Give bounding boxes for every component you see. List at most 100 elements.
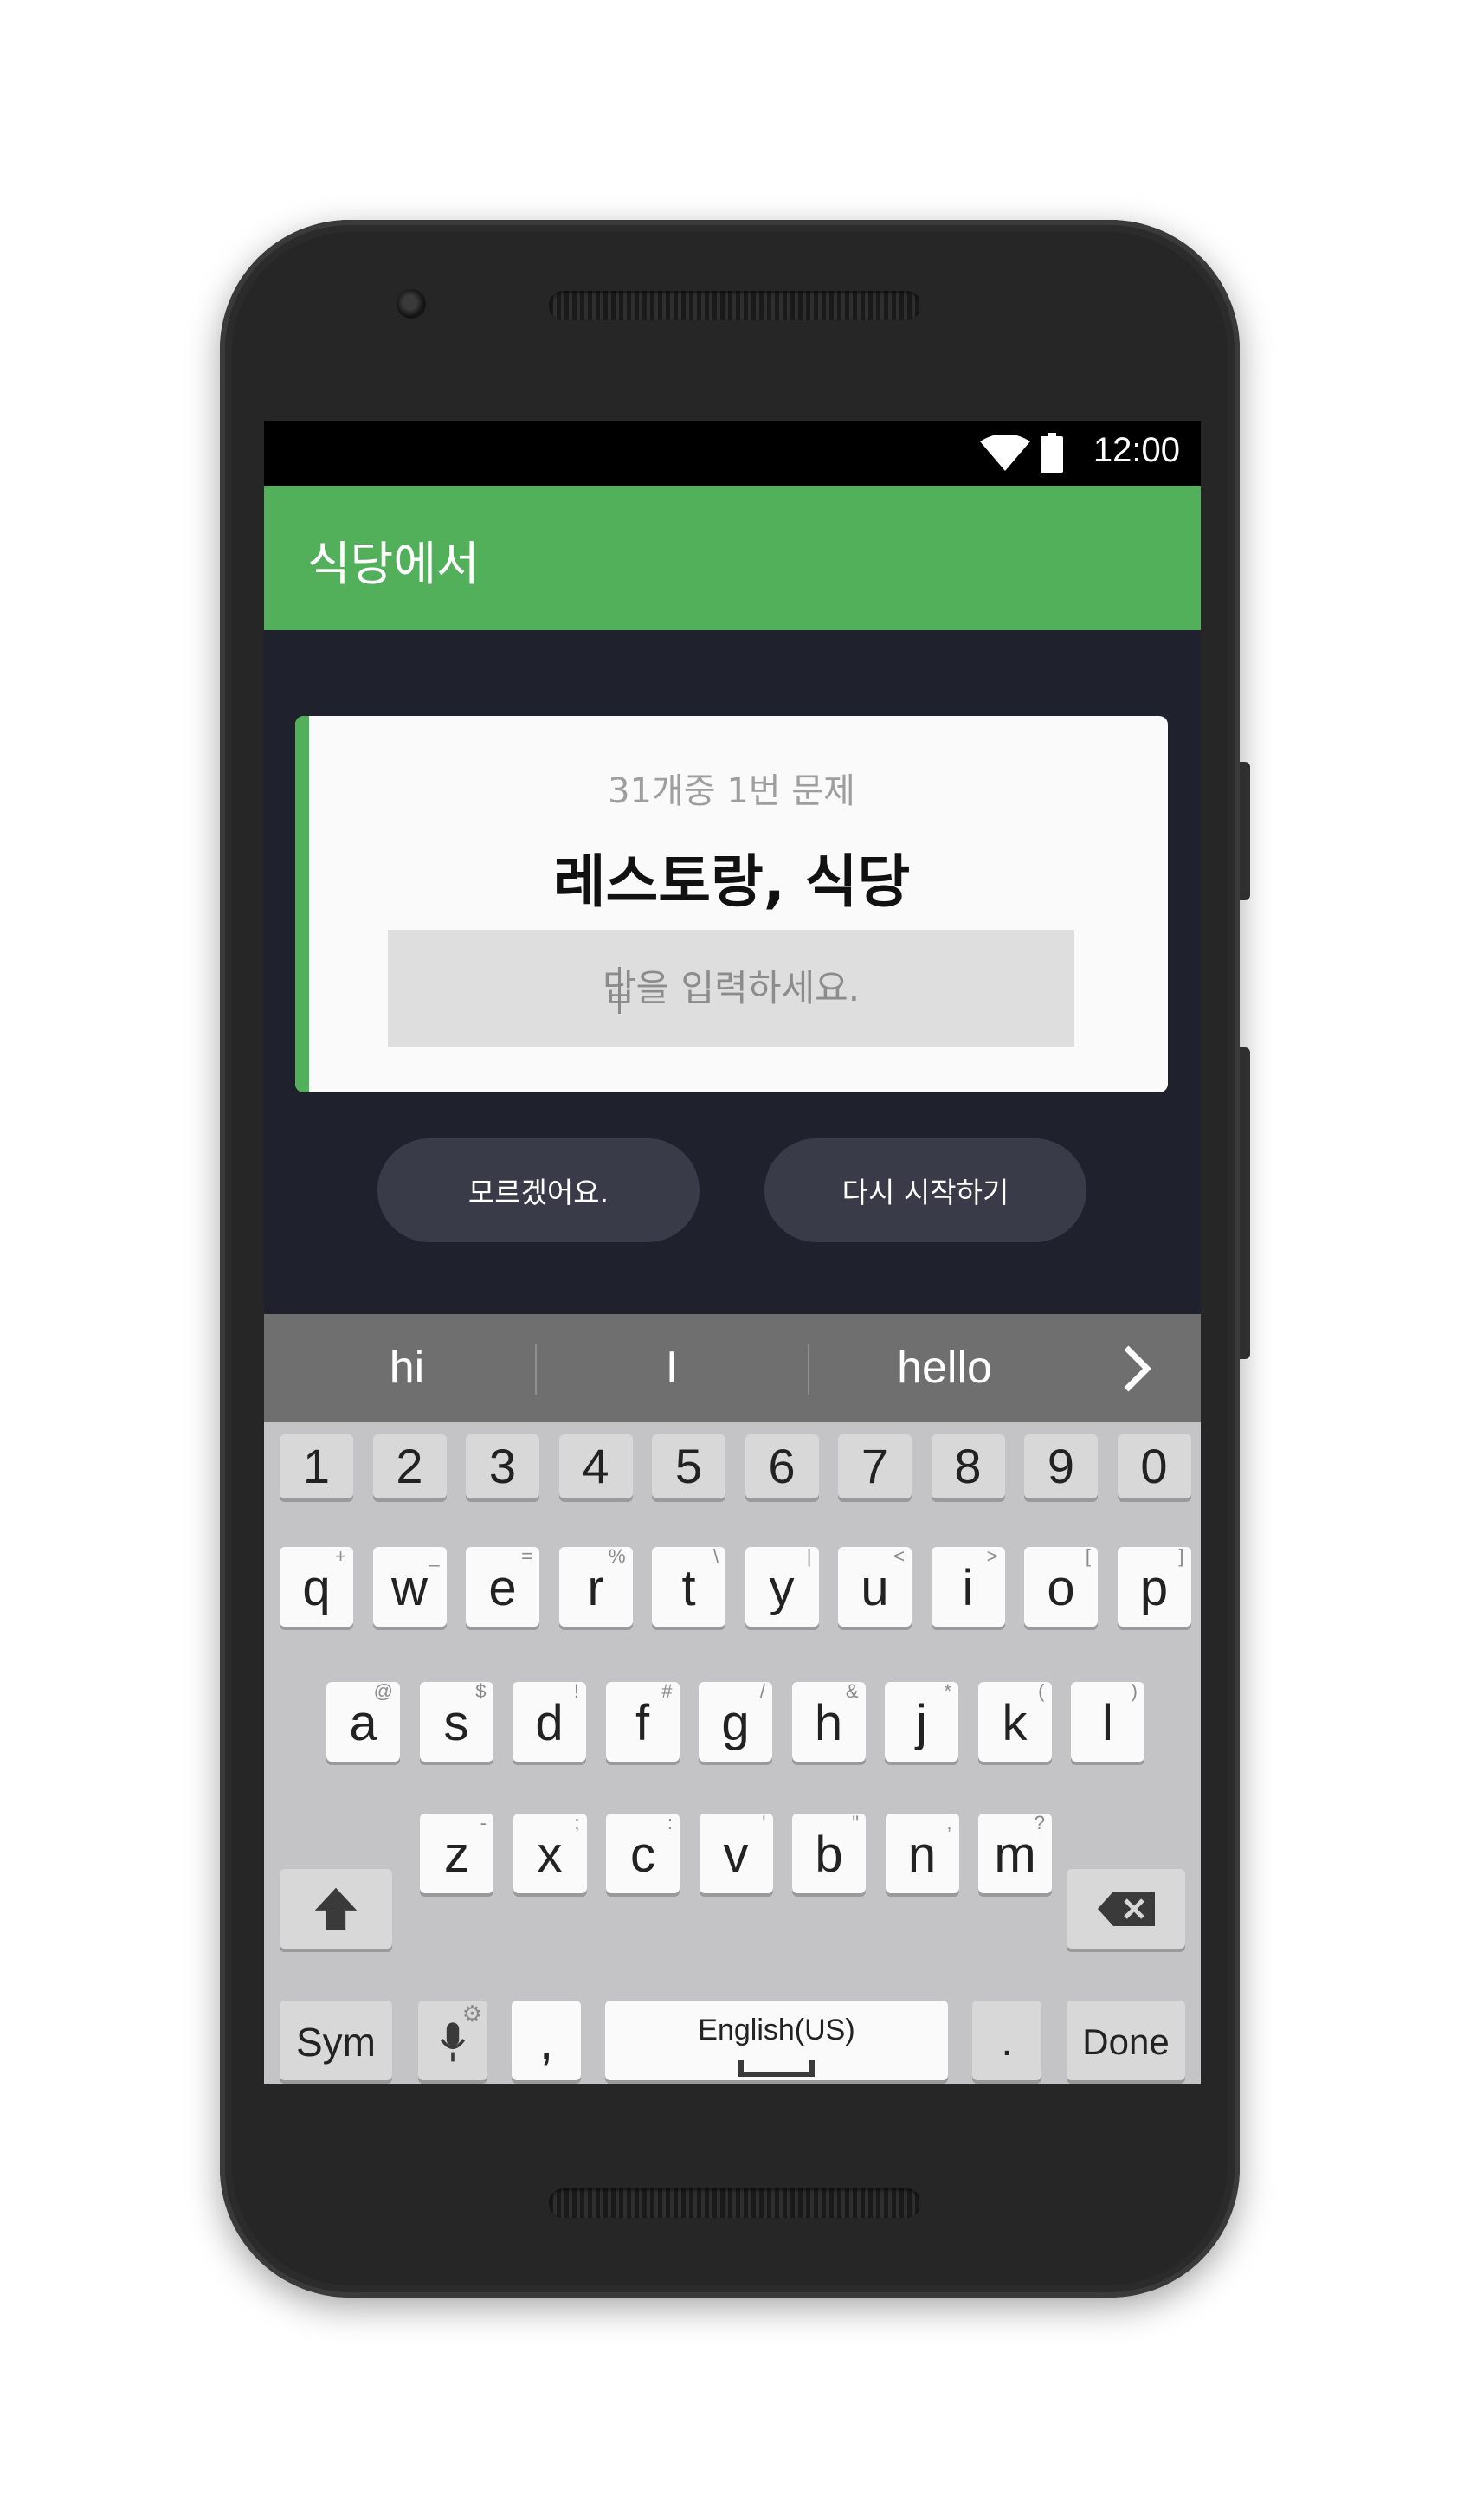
key-hint: \: [712, 1545, 719, 1567]
suggestion-bar: hi I hello: [264, 1314, 1201, 1422]
key-hint: !: [573, 1680, 579, 1702]
key-2[interactable]: 2: [372, 1434, 447, 1498]
key-g[interactable]: g /: [699, 1680, 772, 1762]
key-hint: ): [1131, 1680, 1138, 1702]
key-r[interactable]: r%: [558, 1545, 633, 1627]
key-f[interactable]: f #: [605, 1680, 680, 1762]
suggestion-item[interactable]: hello: [810, 1314, 1079, 1422]
question-card: 31개중 1번 문제 레스토랑, 식당: [295, 716, 1168, 1092]
key-i[interactable]: i >: [931, 1545, 1005, 1627]
key-e[interactable]: e =: [466, 1545, 539, 1627]
backspace-icon: [1097, 1892, 1155, 1926]
app-title: 식당에서: [307, 537, 480, 591]
key-hint: :: [667, 1812, 673, 1834]
key-hint: (: [1038, 1680, 1045, 1702]
key-p[interactable]: p]: [1117, 1545, 1191, 1627]
key-8[interactable]: 8: [931, 1434, 1005, 1498]
key-hint: +: [335, 1545, 346, 1567]
key-q[interactable]: q +: [280, 1545, 353, 1627]
key-hint: *: [944, 1680, 951, 1702]
key-u[interactable]: u <: [838, 1545, 912, 1627]
key-hint: ,: [946, 1812, 952, 1834]
key-h[interactable]: h &: [791, 1680, 866, 1762]
status-bar: 12:00: [264, 421, 1201, 486]
key-m[interactable]: m?: [978, 1812, 1052, 1893]
key-hint: >: [986, 1545, 998, 1567]
power-button: [1240, 1047, 1250, 1359]
dont-know-button[interactable]: 모르겠어요.: [377, 1138, 700, 1242]
shift-arrow-icon: [314, 1887, 358, 1930]
key-hint: _: [429, 1545, 440, 1567]
key-s[interactable]: s $: [419, 1680, 493, 1762]
space-language-label: English(US): [698, 2014, 855, 2046]
key-t[interactable]: t \: [652, 1545, 725, 1627]
key-shift[interactable]: [280, 1869, 392, 1949]
key-hint: @: [373, 1680, 393, 1702]
key-period[interactable]: .: [972, 2001, 1041, 2080]
key-hint: ;: [574, 1812, 580, 1834]
key-0[interactable]: 0: [1117, 1434, 1191, 1498]
key-x[interactable]: x;: [513, 1812, 587, 1893]
key-d[interactable]: d!: [513, 1680, 586, 1762]
restart-button[interactable]: 다시 시작하기: [764, 1138, 1086, 1242]
key-z[interactable]: z-: [420, 1812, 493, 1893]
key-done[interactable]: Done: [1067, 2001, 1185, 2080]
app-bar: 식당에서: [264, 486, 1201, 630]
settings-gear-icon: ⚙: [461, 2001, 482, 2027]
key-hint: ?: [1034, 1812, 1045, 1834]
screen: 12:00 식당에서 31개중 1번 문제 레스토랑, 식당 모르겠어요. 다시…: [264, 421, 1201, 2084]
key-7[interactable]: 7: [838, 1434, 912, 1498]
chevron-right-icon[interactable]: [1118, 1343, 1156, 1395]
bottom-speaker: [549, 2188, 921, 2218]
front-camera: [397, 289, 426, 319]
key-v[interactable]: v ': [699, 1812, 773, 1893]
key-sym[interactable]: Sym: [280, 2001, 392, 2080]
key-hint: %: [608, 1545, 626, 1567]
key-a[interactable]: a @: [326, 1680, 400, 1762]
key-b[interactable]: b ": [792, 1812, 866, 1893]
suggestion-divider: [535, 1344, 537, 1395]
key-hint: ]: [1178, 1545, 1184, 1567]
question-word: 레스토랑, 식당: [552, 848, 911, 915]
key-5[interactable]: 5: [652, 1434, 725, 1498]
key-hint: #: [661, 1680, 673, 1702]
suggestion-item[interactable]: hi: [281, 1314, 532, 1422]
key-w[interactable]: w _: [372, 1545, 447, 1627]
key-hint: =: [521, 1545, 532, 1567]
key-hint: &: [845, 1680, 859, 1702]
key-o[interactable]: o[: [1024, 1545, 1098, 1627]
key-9[interactable]: 9: [1024, 1434, 1098, 1498]
key-hint: ": [852, 1812, 859, 1834]
space-bar-icon: [738, 2060, 815, 2077]
key-hint: /: [759, 1680, 765, 1702]
key-j[interactable]: j *: [885, 1680, 958, 1762]
key-space[interactable]: English(US): [605, 2001, 948, 2080]
key-4[interactable]: 4: [558, 1434, 633, 1498]
text-caret: [618, 967, 621, 1014]
key-hint: <: [893, 1545, 905, 1567]
key-l[interactable]: l): [1071, 1680, 1144, 1762]
key-n[interactable]: n,: [885, 1812, 959, 1893]
key-1[interactable]: 1: [280, 1434, 353, 1498]
answer-input[interactable]: [388, 930, 1074, 1047]
key-hint: $: [475, 1680, 487, 1702]
key-hint: ': [762, 1812, 766, 1834]
key-3[interactable]: 3: [466, 1434, 539, 1498]
key-k[interactable]: k(: [977, 1680, 1052, 1762]
key-6[interactable]: 6: [745, 1434, 819, 1498]
key-mic[interactable]: ⚙: [418, 2001, 487, 2080]
keyboard: 1234567890 q + w _ e = r% t \ y | u < i > o[p] a @ s $ d! f #…: [264, 1422, 1201, 2084]
battery-icon: [1041, 433, 1063, 473]
key-backspace[interactable]: [1067, 1869, 1185, 1949]
question-progress: 31개중 1번 문제: [608, 771, 855, 811]
suggestion-divider: [808, 1344, 809, 1395]
key-hint: -: [480, 1812, 487, 1834]
status-time: 12:00: [1093, 431, 1180, 469]
key-comma[interactable]: ,: [512, 2001, 581, 2080]
key-hint: |: [806, 1545, 812, 1567]
key-hint: [: [1085, 1545, 1091, 1567]
key-c[interactable]: c:: [606, 1812, 680, 1893]
key-y[interactable]: y |: [745, 1545, 819, 1627]
volume-button: [1240, 762, 1250, 900]
suggestion-item[interactable]: I: [538, 1314, 806, 1422]
